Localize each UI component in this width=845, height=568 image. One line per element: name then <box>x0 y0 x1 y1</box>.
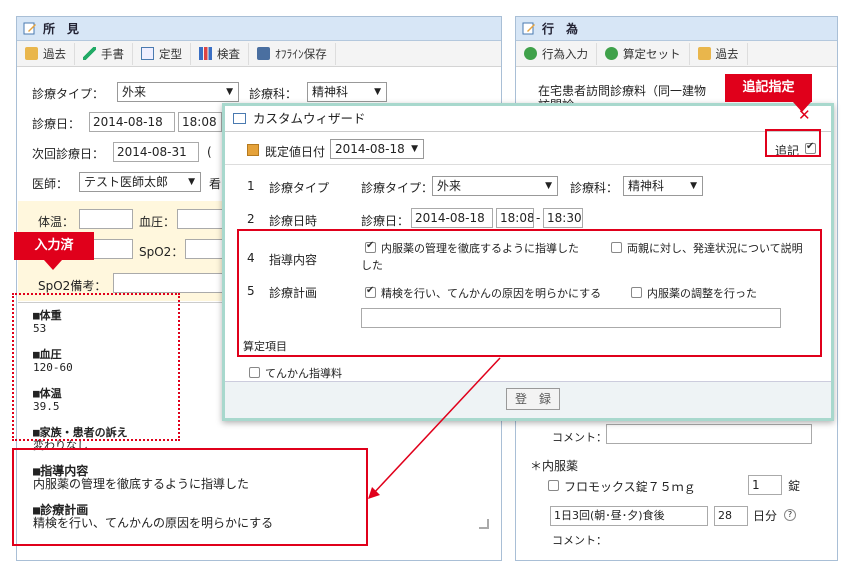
arrow-line <box>371 357 501 496</box>
annotation-arrow <box>368 357 501 499</box>
